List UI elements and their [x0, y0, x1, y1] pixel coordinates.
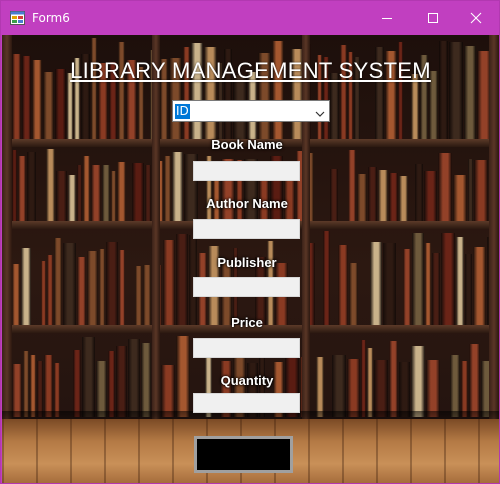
book-spine: [474, 160, 488, 221]
book-spine: [426, 360, 440, 417]
book-spine: [83, 156, 90, 221]
book-spine: [145, 165, 151, 221]
minimize-icon: [382, 18, 392, 19]
id-combobox-value: ID: [175, 104, 190, 119]
book-spine: [54, 363, 60, 417]
book-name-field[interactable]: [193, 161, 300, 181]
window: Form6 LIBRARY MANAGEMENT SYSTEM ID Book …: [0, 0, 500, 484]
book-spine: [399, 362, 410, 417]
book-spine: [91, 38, 97, 139]
publisher-field[interactable]: [193, 277, 300, 297]
quantity-field[interactable]: [193, 393, 300, 413]
book-spine: [272, 41, 284, 139]
book-spine: [449, 42, 463, 139]
author-name-field[interactable]: [193, 219, 300, 239]
book-spine: [37, 361, 43, 417]
title-bar[interactable]: Form6: [1, 1, 499, 35]
minimize-button[interactable]: [364, 1, 410, 35]
window-title: Form6: [32, 11, 70, 25]
book-spine: [374, 360, 388, 417]
submit-button[interactable]: [194, 436, 293, 473]
maximize-button[interactable]: [410, 1, 456, 35]
form-client-area: LIBRARY MANAGEMENT SYSTEM ID Book Name A…: [2, 35, 499, 483]
book-spine: [96, 361, 107, 417]
book-spine: [368, 167, 377, 221]
book-spine: [163, 240, 175, 325]
book-spine: [468, 159, 473, 221]
book-spine: [54, 238, 62, 325]
close-icon: [470, 12, 482, 24]
book-spine: [441, 233, 455, 325]
book-spine: [18, 156, 26, 221]
book-spine: [330, 169, 338, 221]
book-spine: [91, 165, 101, 221]
book-spine: [461, 361, 468, 417]
book-spine: [398, 42, 403, 139]
price-label: Price: [231, 315, 263, 330]
page-title: LIBRARY MANAGEMENT SYSTEM: [70, 58, 431, 83]
book-spine: [12, 364, 22, 417]
close-button[interactable]: [453, 1, 499, 35]
app-icon: [10, 11, 25, 25]
book-spine: [412, 233, 424, 325]
author-name-label: Author Name: [206, 196, 288, 211]
book-spine: [456, 237, 464, 325]
book-spine: [323, 231, 330, 325]
book-spine: [347, 359, 360, 417]
chevron-down-icon[interactable]: [315, 106, 325, 124]
book-spine: [415, 164, 423, 221]
book-spine: [117, 162, 126, 221]
book-spine: [439, 41, 448, 139]
book-spine: [102, 165, 110, 221]
publisher-label: Publisher: [217, 255, 277, 270]
quantity-label: Quantity: [220, 373, 274, 388]
book-name-label: Book Name: [211, 137, 283, 152]
id-combobox[interactable]: ID: [172, 100, 330, 122]
price-field[interactable]: [193, 338, 300, 358]
maximize-icon: [428, 13, 438, 23]
book-spine: [77, 165, 82, 221]
book-spine: [164, 156, 171, 221]
book-spine: [176, 234, 188, 325]
book-spine: [118, 42, 125, 139]
book-spine: [132, 163, 144, 221]
